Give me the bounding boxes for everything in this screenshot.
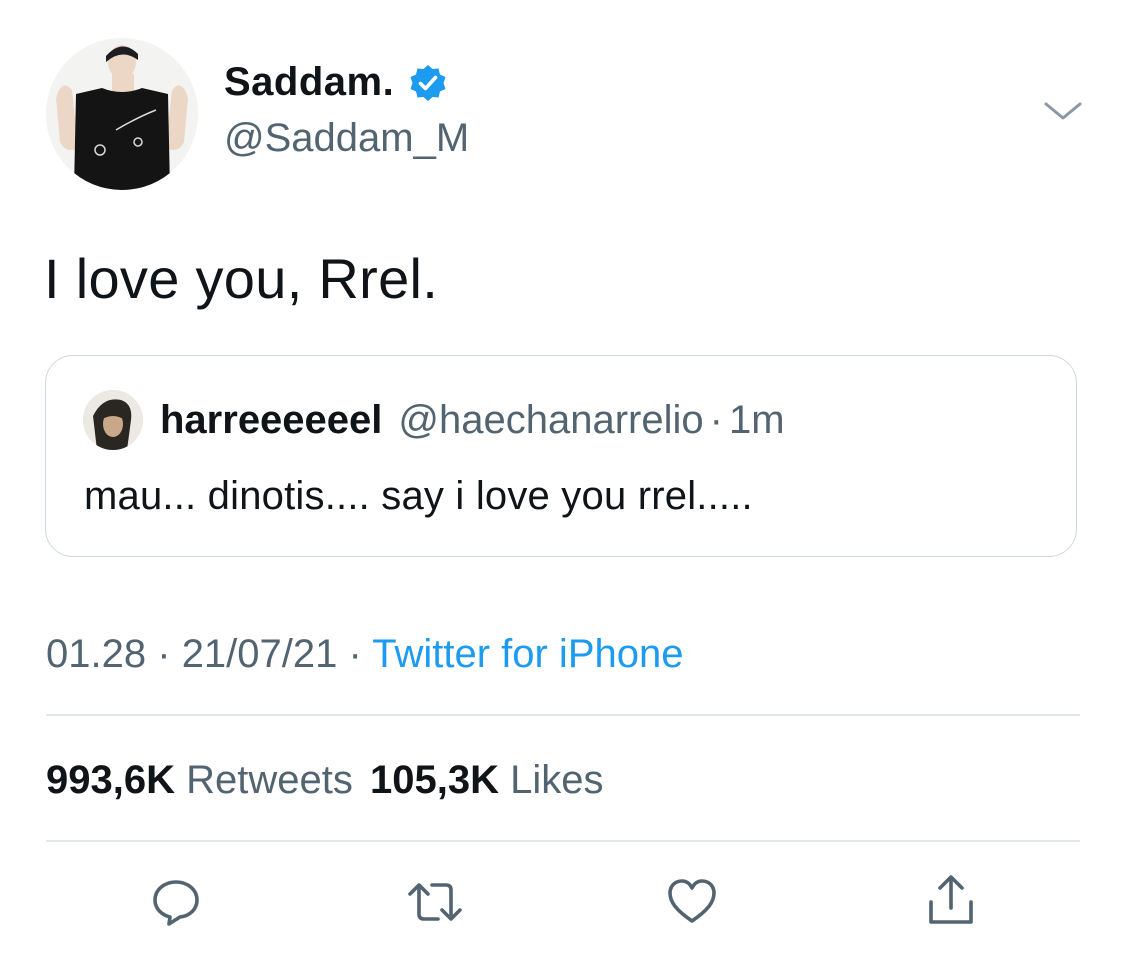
verified-badge-icon <box>408 63 448 103</box>
author-display-name[interactable]: Saddam. <box>224 60 394 105</box>
meta-separator: · <box>157 632 171 676</box>
quoted-tweet-header: harreeeeeel @haechanarrelio · 1m <box>160 398 785 443</box>
likes-label: Likes <box>510 758 604 802</box>
likes-stat[interactable]: 105,3K Likes <box>370 758 604 802</box>
likes-count: 105,3K <box>369 758 499 802</box>
divider <box>46 840 1080 842</box>
quoted-author-avatar[interactable] <box>83 390 143 450</box>
like-button[interactable] <box>662 874 722 934</box>
retweet-button[interactable] <box>405 874 465 934</box>
retweet-icon <box>404 874 466 935</box>
quoted-timestamp: 1m <box>728 398 785 442</box>
quoted-tweet-text: mau... dinotis.... say i love you rrel..… <box>84 474 753 518</box>
author-avatar[interactable] <box>46 38 198 190</box>
retweets-stat[interactable]: 993,6K Retweets <box>46 758 364 802</box>
share-icon <box>923 870 979 935</box>
chevron-down-icon[interactable] <box>1042 96 1084 126</box>
divider <box>46 714 1080 716</box>
tweet-stats: 993,6K Retweets 105,3K Likes <box>46 758 603 803</box>
author-handle[interactable]: @Saddam_M <box>224 116 469 161</box>
quoted-author-name[interactable]: harreeeeeel <box>160 398 382 443</box>
tweet-meta: 01.28 · 21/07/21 · Twitter for iPhone <box>46 632 683 677</box>
reply-icon <box>148 874 204 935</box>
quoted-separator: · <box>709 398 723 442</box>
reply-button[interactable] <box>146 874 206 934</box>
tweet-text: I love you, Rrel. <box>44 247 439 310</box>
tweet-time: 01.28 <box>46 632 147 676</box>
tweet-source-link[interactable]: Twitter for iPhone <box>372 632 683 676</box>
retweets-label: Retweets <box>186 758 353 802</box>
share-button[interactable] <box>921 872 981 932</box>
tweet-date: 21/07/21 <box>181 632 338 676</box>
meta-separator: · <box>348 632 362 676</box>
author-name-row[interactable]: Saddam. <box>224 60 448 105</box>
retweets-count: 993,6K <box>46 758 175 802</box>
heart-icon <box>664 874 720 935</box>
quoted-author-handle[interactable]: @haechanarrelio <box>398 398 703 443</box>
quoted-tweet-card[interactable] <box>45 355 1077 557</box>
